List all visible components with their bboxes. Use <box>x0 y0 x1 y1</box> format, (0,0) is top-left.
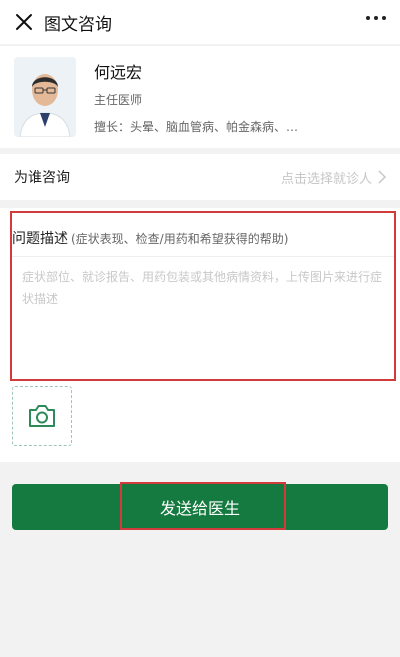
upload-photo-button[interactable] <box>12 386 72 446</box>
send-button-label: 发送给医生 <box>159 499 240 518</box>
upload-section <box>0 376 400 462</box>
page-title: 图文咨询 <box>44 14 112 35</box>
nav-bar: 图文咨询 <box>0 0 400 44</box>
consult-for-row[interactable]: 为谁咨询 点击选择就诊人 <box>0 154 400 200</box>
avatar-image <box>14 57 76 137</box>
more-button[interactable] <box>366 16 386 20</box>
chevron-right-icon <box>378 170 386 184</box>
consult-for-select[interactable]: 点击选择就诊人 <box>281 168 386 187</box>
doctor-skill: 擅长：头晕、脑血管病、帕金森病、… <box>94 120 299 134</box>
doctor-info: 何远宏 主任医师 擅长：头晕、脑血管病、帕金森病、… <box>94 59 298 135</box>
doctor-name: 何远宏 <box>94 63 143 82</box>
doctor-avatar <box>14 57 76 137</box>
description-hint: (症状表现、检查/用药和希望获得的帮助) <box>71 232 289 246</box>
send-to-doctor-button[interactable]: 发送给医生 <box>12 484 388 530</box>
description-section: 问题描述 (症状表现、检查/用药和希望获得的帮助) 症状部位、就诊报告、用药包装或… <box>0 208 400 381</box>
doctor-card[interactable]: 何远宏 主任医师 擅长：头晕、脑血管病、帕金森病、… <box>0 46 400 148</box>
close-icon <box>16 14 32 30</box>
divider <box>12 256 394 257</box>
description-header: 问题描述 (症状表现、检查/用药和希望获得的帮助) <box>12 228 288 248</box>
close-button[interactable] <box>12 10 36 34</box>
camera-icon <box>29 405 55 427</box>
doctor-title: 主任医师 <box>94 93 143 107</box>
description-title: 问题描述 <box>12 231 68 247</box>
consult-for-label: 为谁咨询 <box>14 170 70 186</box>
submit-area: 发送给医生 <box>0 482 400 530</box>
consult-for-placeholder: 点击选择就诊人 <box>280 171 372 187</box>
more-icon <box>366 16 370 20</box>
description-input[interactable]: 症状部位、就诊报告、用药包装或其他病情资料，上传图片来进行症状描述 <box>22 266 382 310</box>
